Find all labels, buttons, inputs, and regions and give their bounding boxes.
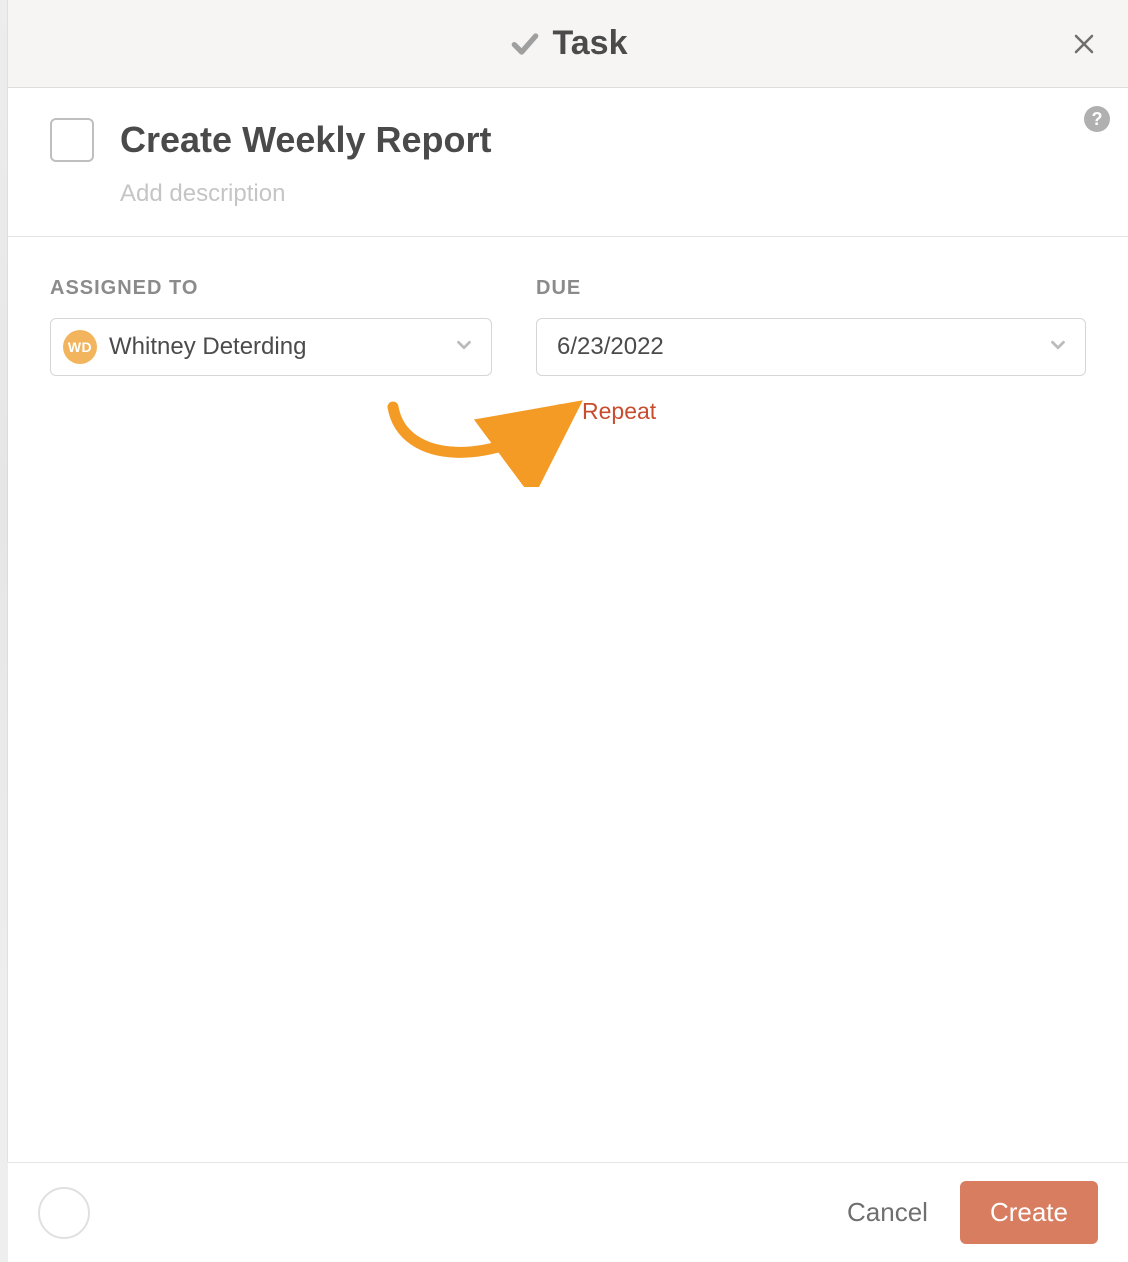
assigned-to-value: Whitney Deterding (109, 333, 306, 361)
modal-title-wrap: Task (509, 24, 628, 63)
due-date-select[interactable]: 6/23/2022 (536, 318, 1086, 376)
repeat-icon (550, 402, 570, 422)
checkmark-icon (509, 28, 541, 60)
modal-header: Task (8, 0, 1128, 88)
avatar: WD (63, 330, 97, 364)
footer-circle-placeholder[interactable] (38, 1187, 90, 1239)
task-description-input[interactable]: Add description (120, 180, 1086, 208)
close-button[interactable] (1066, 26, 1102, 62)
task-title[interactable]: Create Weekly Report (120, 119, 491, 161)
task-header-section: ? Create Weekly Report Add description (8, 88, 1128, 237)
task-body-section: ASSIGNED TO WD Whitney Deterding DUE 6/2… (8, 237, 1128, 1162)
task-complete-checkbox[interactable] (50, 118, 94, 162)
create-button[interactable]: Create (960, 1181, 1098, 1244)
task-description-row: Add description (120, 180, 1086, 208)
due-label: DUE (536, 277, 1086, 300)
help-button[interactable]: ? (1084, 106, 1110, 132)
due-date-value: 6/23/2022 (557, 333, 664, 361)
chevron-down-icon (1047, 334, 1069, 361)
modal-footer: Cancel Create (8, 1162, 1128, 1262)
task-modal: Task ? Create Weekly Report Add descript… (8, 0, 1128, 1162)
chevron-down-icon (453, 334, 475, 361)
close-icon (1072, 32, 1096, 56)
cancel-button[interactable]: Cancel (829, 1187, 946, 1238)
help-icon: ? (1092, 109, 1103, 129)
repeat-label: Repeat (582, 398, 656, 425)
due-field: DUE 6/23/2022 Repeat (536, 277, 1086, 427)
fields-grid: ASSIGNED TO WD Whitney Deterding DUE 6/2… (50, 277, 1086, 427)
repeat-link[interactable]: Repeat (536, 398, 656, 425)
assigned-to-field: ASSIGNED TO WD Whitney Deterding (50, 277, 492, 427)
assigned-to-select[interactable]: WD Whitney Deterding (50, 318, 492, 376)
task-title-row: Create Weekly Report (50, 118, 1086, 162)
assigned-to-label: ASSIGNED TO (50, 277, 492, 300)
modal-title: Task (553, 24, 628, 63)
